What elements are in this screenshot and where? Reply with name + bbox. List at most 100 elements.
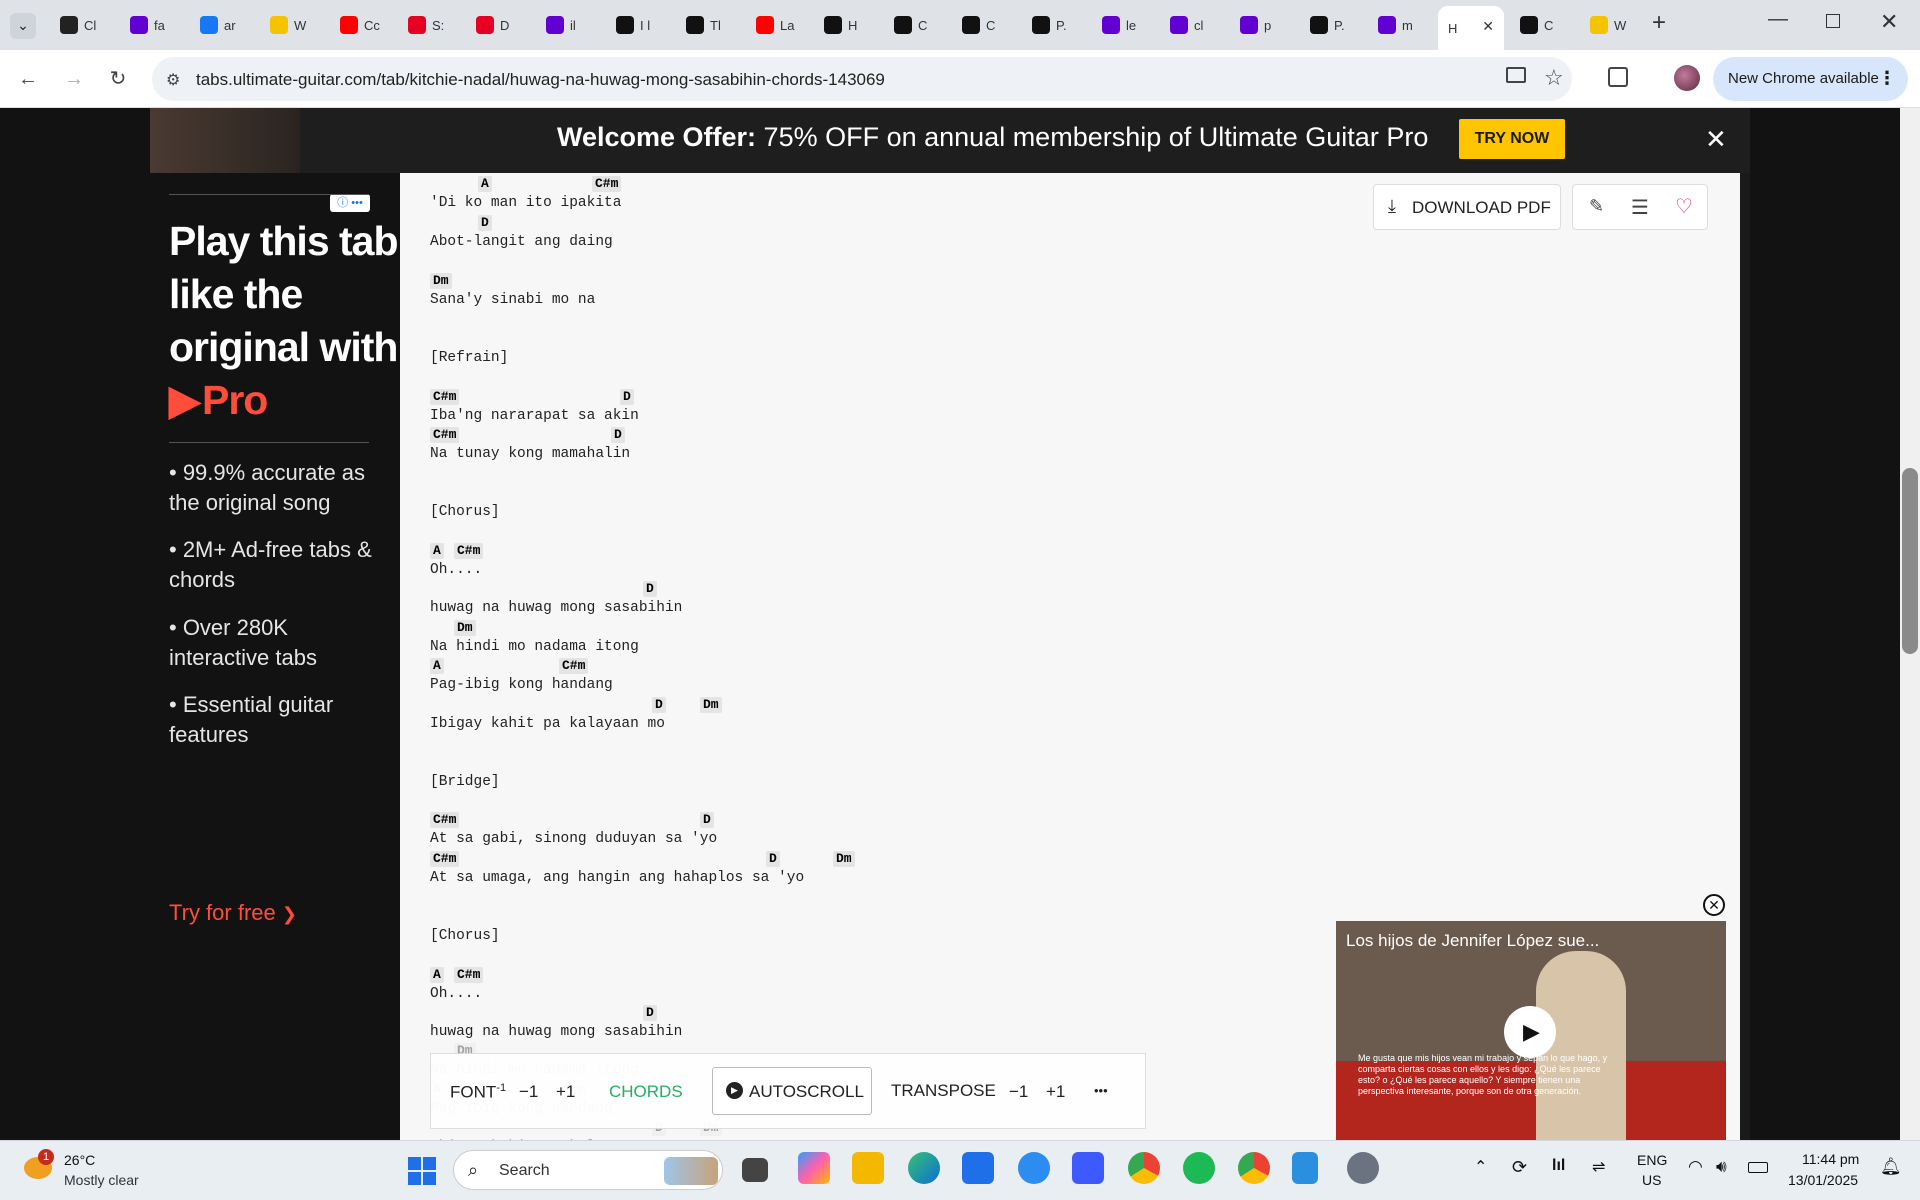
sync-icon[interactable]: ⟳: [1512, 1157, 1527, 1178]
browser-tab-14[interactable]: P.: [1022, 6, 1086, 44]
ad-choices-icon[interactable]: ⓘ •••: [330, 194, 370, 212]
chord[interactable]: D: [700, 812, 714, 828]
bookmark-star-icon[interactable]: ☆: [1544, 65, 1564, 91]
font-increase-button[interactable]: +1: [556, 1082, 575, 1102]
edit-icon[interactable]: ✎: [1589, 196, 1604, 217]
reload-icon[interactable]: ↻: [104, 69, 132, 89]
browser-tab-11[interactable]: H: [814, 6, 878, 44]
file-explorer-icon[interactable]: [852, 1152, 884, 1184]
minimize-button[interactable]: —: [1768, 8, 1788, 31]
chord[interactable]: Dm: [454, 620, 476, 636]
browser-tab-13[interactable]: C: [952, 6, 1016, 44]
store-icon[interactable]: [962, 1152, 994, 1184]
browser-tab-20[interactable]: H ✕: [1438, 6, 1504, 50]
weather-desc[interactable]: Mostly clear: [64, 1172, 139, 1188]
notification-bell-icon[interactable]: 🔔︎: [1880, 1157, 1902, 1177]
browser-tab-18[interactable]: P.: [1300, 6, 1364, 44]
scrollbar-thumb[interactable]: [1902, 468, 1918, 654]
chord[interactable]: C#m: [430, 851, 460, 867]
chrome-icon[interactable]: [1128, 1152, 1160, 1184]
chords-toggle[interactable]: CHORDS: [609, 1082, 683, 1102]
weather-temp[interactable]: 26°C: [64, 1152, 95, 1168]
chord[interactable]: C#m: [430, 427, 460, 443]
stats-icon[interactable]: lıl: [1552, 1157, 1565, 1175]
restore-button[interactable]: [1826, 14, 1840, 28]
banner-close-icon[interactable]: ✕: [1705, 124, 1727, 155]
chord[interactable]: D: [620, 389, 634, 405]
chord[interactable]: D: [478, 215, 492, 231]
close-window-button[interactable]: ✕: [1880, 9, 1898, 35]
chord[interactable]: C#m: [430, 389, 460, 405]
chord[interactable]: A: [430, 967, 444, 983]
browser-tab-0[interactable]: Cl: [50, 6, 114, 44]
spotify-icon[interactable]: [1183, 1152, 1215, 1184]
copilot-icon[interactable]: [798, 1152, 830, 1184]
chord[interactable]: Dm: [833, 851, 855, 867]
chrome-profile-icon[interactable]: [1238, 1152, 1270, 1184]
extensions-icon[interactable]: [1608, 67, 1628, 87]
start-windows-icon[interactable]: [408, 1157, 436, 1185]
add-to-playlist-icon[interactable]: ☰: [1631, 195, 1649, 220]
browser-tab-4[interactable]: Cc: [330, 6, 394, 44]
chord[interactable]: D: [643, 581, 657, 597]
browser-tab-2[interactable]: ar: [190, 6, 254, 44]
wifi-icon[interactable]: ◠: [1688, 1157, 1703, 1177]
transpose-up-button[interactable]: +1: [1046, 1082, 1065, 1102]
forward-arrow-icon[interactable]: →: [60, 69, 88, 89]
chord[interactable]: D: [652, 697, 666, 713]
browser-tab-19[interactable]: m: [1368, 6, 1432, 44]
more-options-icon[interactable]: •••: [1094, 1083, 1108, 1098]
chord[interactable]: D: [766, 851, 780, 867]
url-text[interactable]: tabs.ultimate-guitar.com/tab/kitchie-nad…: [196, 70, 885, 90]
browser-tab-22[interactable]: W: [1580, 6, 1644, 44]
video-player[interactable]: Los hijos de Jennifer López sue... ▶ Me …: [1336, 921, 1726, 1140]
download-pdf-button[interactable]: ⤓ DOWNLOAD PDF: [1373, 184, 1561, 230]
tab-close-icon[interactable]: ✕: [1482, 18, 1494, 35]
language-us[interactable]: US: [1642, 1172, 1661, 1188]
chord[interactable]: C#m: [430, 812, 460, 828]
browser-tab-9[interactable]: Tl: [676, 6, 740, 44]
browser-tab-8[interactable]: I l: [606, 6, 670, 44]
chord[interactable]: A: [430, 543, 444, 559]
try-for-free-link[interactable]: Try for free ❯: [169, 900, 297, 926]
onedrive-icon[interactable]: [1018, 1152, 1050, 1184]
try-now-button[interactable]: TRY NOW: [1459, 119, 1565, 159]
chord[interactable]: C#m: [454, 543, 484, 559]
install-app-icon[interactable]: [1506, 67, 1526, 83]
transpose-down-button[interactable]: −1: [1009, 1082, 1028, 1102]
welcome-offer-banner[interactable]: Welcome Offer: 75% OFF on annual members…: [150, 108, 1750, 173]
clock-date[interactable]: 13/01/2025: [1788, 1172, 1858, 1188]
site-info-icon[interactable]: ⚙: [166, 70, 180, 90]
browser-tab-7[interactable]: il: [536, 6, 600, 44]
settings-gear-icon[interactable]: [1347, 1152, 1379, 1184]
sliders-icon[interactable]: ⇌: [1592, 1157, 1605, 1177]
kebab-menu-icon[interactable]: ⋮: [1878, 68, 1896, 89]
chord[interactable]: A: [478, 176, 492, 192]
new-tab-button[interactable]: +: [1652, 9, 1666, 37]
browser-tab-3[interactable]: W: [260, 6, 324, 44]
browser-tab-5[interactable]: S:: [398, 6, 462, 44]
browser-tab-21[interactable]: C: [1510, 6, 1574, 44]
battery-icon[interactable]: [1748, 1162, 1768, 1173]
back-arrow-icon[interactable]: ←: [14, 69, 42, 89]
taskbar-search[interactable]: ⌕ Search: [453, 1150, 723, 1190]
clock-time[interactable]: 11:44 pm: [1802, 1151, 1859, 1167]
volume-icon[interactable]: 🔊︎: [1716, 1157, 1727, 1177]
browser-tab-15[interactable]: le: [1092, 6, 1156, 44]
notepad-icon[interactable]: [1292, 1152, 1318, 1184]
browser-tab-16[interactable]: cl: [1160, 6, 1224, 44]
chord[interactable]: C#m: [592, 176, 622, 192]
chord[interactable]: Dm: [430, 273, 452, 289]
avatar[interactable]: [1674, 65, 1700, 91]
task-view-icon[interactable]: [742, 1158, 768, 1182]
browser-tab-17[interactable]: p: [1230, 6, 1294, 44]
address-bar[interactable]: ⚙ tabs.ultimate-guitar.com/tab/kitchie-n…: [152, 57, 1572, 101]
chord[interactable]: D: [611, 427, 625, 443]
video-play-icon[interactable]: ▶: [1504, 1006, 1556, 1058]
language-eng[interactable]: ENG: [1637, 1152, 1667, 1168]
tab-search-button[interactable]: ⌄: [10, 13, 36, 39]
browser-tab-12[interactable]: C: [884, 6, 948, 44]
favorite-heart-icon[interactable]: ♡: [1675, 194, 1693, 219]
browser-tab-1[interactable]: fa: [120, 6, 184, 44]
chord[interactable]: A: [430, 658, 444, 674]
